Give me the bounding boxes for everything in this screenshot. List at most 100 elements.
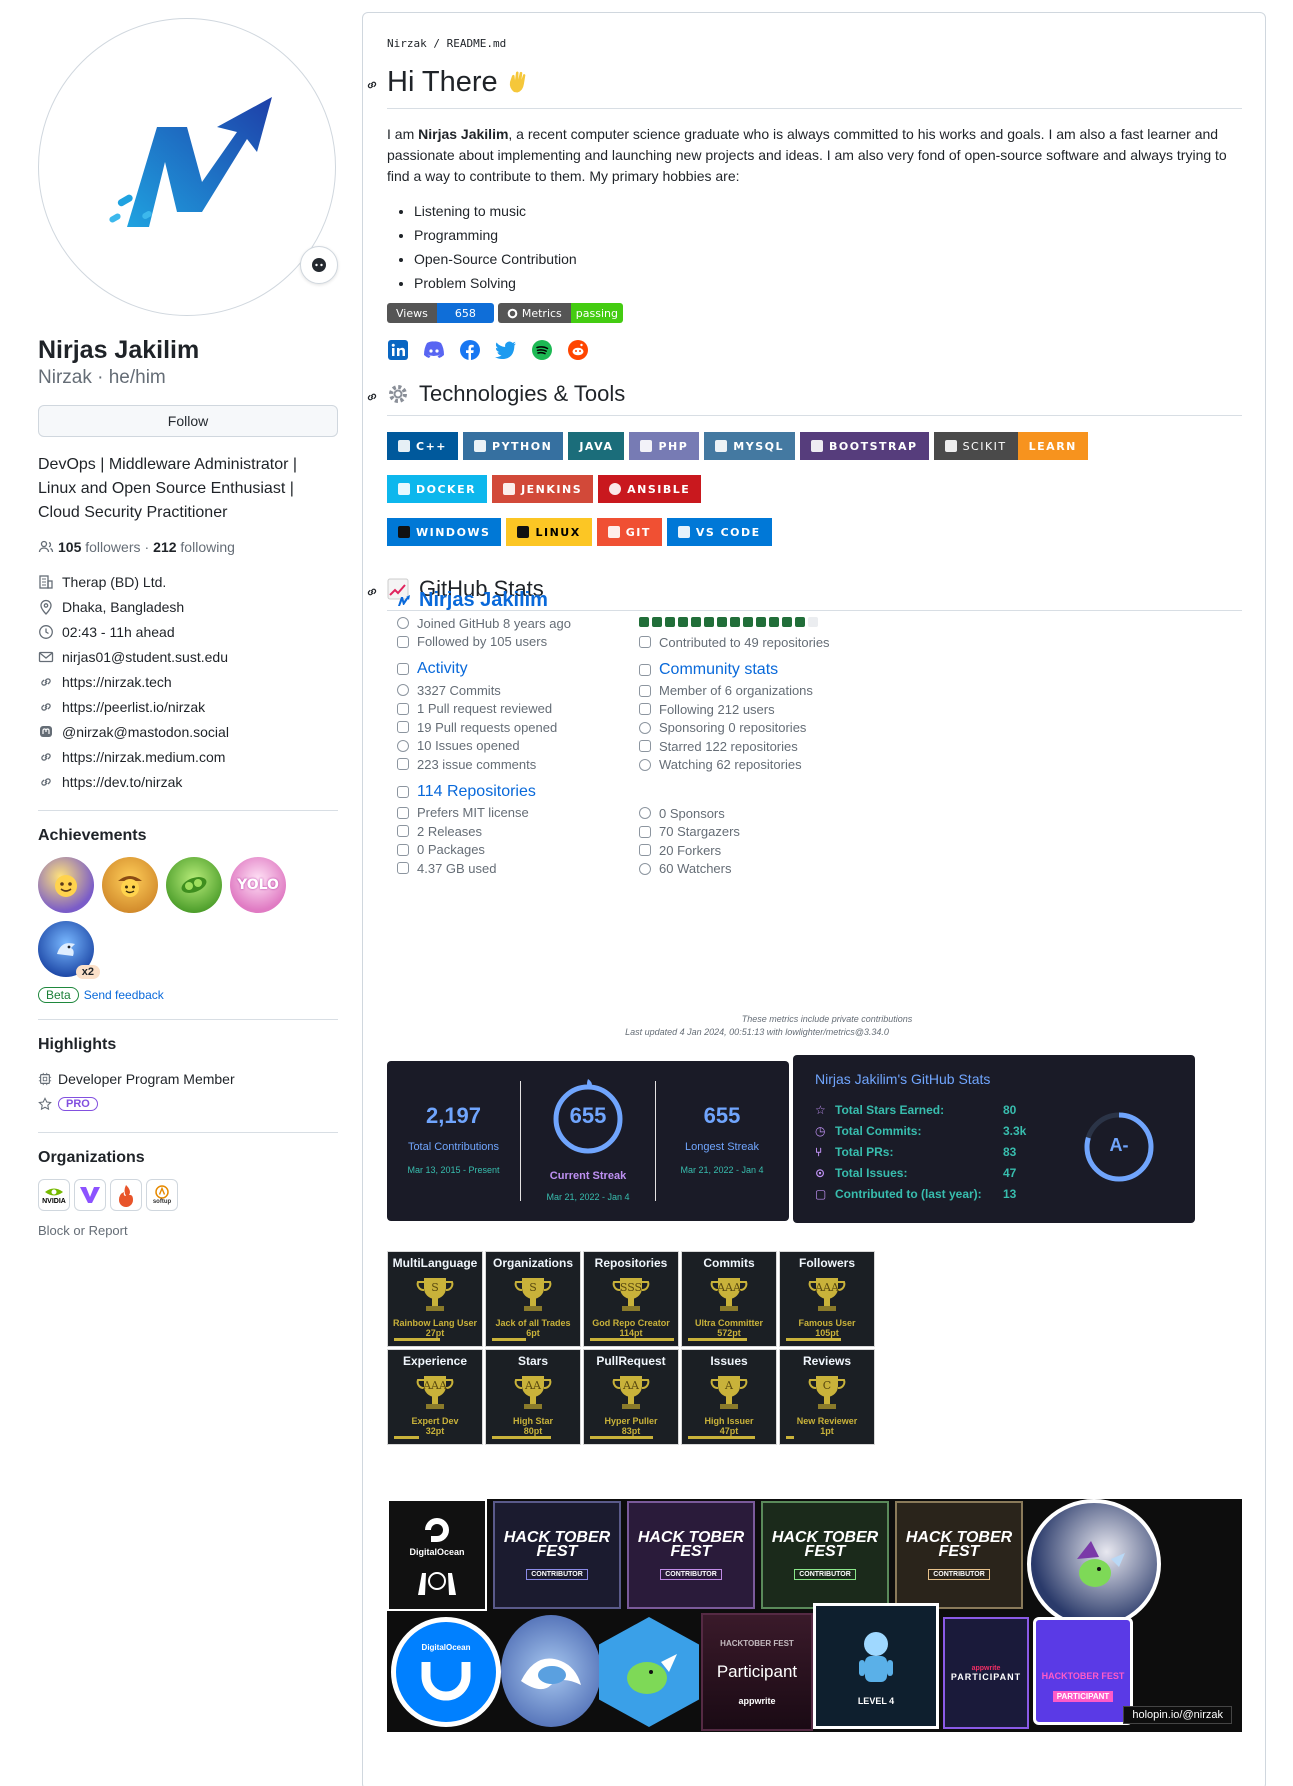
detail-medium[interactable]: https://nirzak.medium.com: [38, 744, 338, 769]
tech-badge-bootstrap[interactable]: BOOTSTRAP: [800, 432, 929, 460]
holopin-badge-hacktoberfest-3[interactable]: HACK TOBER FEST CONTRIBUTOR: [761, 1501, 889, 1609]
avatar[interactable]: [38, 18, 336, 316]
detail-peerlist[interactable]: https://peerlist.io/nirzak: [38, 694, 338, 719]
trophy-card[interactable]: Repositories SSS God Repo Creator 114pt: [583, 1251, 679, 1347]
following-link[interactable]: 212 following: [153, 539, 235, 555]
org-softup[interactable]: softup: [146, 1179, 178, 1211]
readme-breadcrumb[interactable]: Nirzak / README.md: [387, 37, 1242, 50]
tech-badge-java[interactable]: JAVA: [568, 432, 625, 460]
org-nvidia[interactable]: NVIDIA: [38, 1179, 70, 1211]
org-flame[interactable]: [110, 1179, 142, 1211]
detail-text: https://dev.to/nirzak: [62, 773, 183, 790]
tech-badge-scikit-learn[interactable]: SCIKIT LEARN: [933, 432, 1088, 460]
status-emoji-button[interactable]: [300, 246, 338, 284]
holopin-badge-appwrite-participant[interactable]: HACKTOBER FEST Participant appwrite: [701, 1613, 813, 1731]
holopin-badge-astronaut[interactable]: LEVEL 4: [813, 1603, 939, 1729]
dino-icon: [627, 1654, 677, 1694]
facebook-icon[interactable]: [459, 339, 481, 361]
detail-website[interactable]: https://nirzak.tech: [38, 669, 338, 694]
scikit-icon: [944, 440, 957, 452]
trophy-card[interactable]: Organizations S Jack of all Trades 6pt: [485, 1251, 581, 1347]
metrics-updated: Last updated 4 Jan 2024, 00:51:13 with l…: [625, 1027, 889, 1037]
streak-card[interactable]: 2,197 Total Contributions Mar 13, 2015 -…: [387, 1061, 789, 1221]
trophy-progress-bar: [786, 1436, 794, 1439]
holopin-badge-appwrite-participant-2[interactable]: appwrite PARTICIPANT: [943, 1617, 1029, 1729]
tech-badge-vscode[interactable]: VS CODE: [666, 518, 772, 546]
achievement-badge-quickdraw-icon[interactable]: [38, 857, 94, 913]
send-feedback-link[interactable]: Send feedback: [84, 988, 164, 1002]
tech-badge-php[interactable]: PHP: [629, 432, 700, 460]
achievement-badge-yolo-icon[interactable]: YOLO: [230, 857, 286, 913]
holopin-badge-hacktoberfest-2[interactable]: HACK TOBER FEST CONTRIBUTOR: [627, 1501, 755, 1609]
trophy-progress-bar: [394, 1338, 440, 1341]
achievement-badge-pull-shark-icon[interactable]: x2: [38, 921, 100, 979]
tech-badge-cpp[interactable]: C++: [387, 432, 459, 460]
metrics-user[interactable]: Nirjas Jakilim: [397, 589, 857, 612]
github-stats-card[interactable]: Nirjas Jakilim's GitHub Stats ☆ Total St…: [793, 1055, 1195, 1223]
tech-badge-git[interactable]: GIT: [596, 518, 662, 546]
trophy-card[interactable]: Stars AA High Star 80pt: [485, 1349, 581, 1445]
views-counter-badge[interactable]: Views 658: [387, 303, 494, 323]
trophy-card[interactable]: MultiLanguage S Rainbow Lang User 27pt: [387, 1251, 483, 1347]
holopin-badge-dino-hex[interactable]: [599, 1617, 699, 1727]
trophy-card[interactable]: Issues A High Issuer 47pt: [681, 1349, 777, 1445]
holopin-board[interactable]: DigitalOcean HACK TOBER FEST CONTRIBUTOR…: [387, 1499, 1242, 1732]
follow-button[interactable]: Follow: [38, 405, 338, 437]
heart-icon: [639, 721, 651, 734]
detail-mastodon[interactable]: @nirzak@mastodon.social: [38, 719, 338, 744]
tech-badge-docker[interactable]: DOCKER: [387, 475, 488, 503]
linkedin-icon[interactable]: [387, 339, 409, 361]
holopin-badge-wave[interactable]: [501, 1615, 601, 1727]
trophy-card[interactable]: Experience AAA Expert Dev 32pt: [387, 1349, 483, 1445]
tech-badge-windows[interactable]: WINDOWS: [387, 518, 502, 546]
holopin-link[interactable]: holopin.io/@nirzak: [1123, 1706, 1232, 1724]
tech-badge-python[interactable]: PYTHON: [463, 432, 564, 460]
tech-badge-row: C++ PYTHON JAVA PHP MYSQL BOOTSTRAP SCIK…: [387, 432, 1242, 460]
anchor-link-icon[interactable]: [365, 585, 379, 599]
holopin-badge-digitalocean-2[interactable]: DigitalOcean: [391, 1617, 501, 1727]
tech-badge-mysql[interactable]: MYSQL: [704, 432, 795, 460]
metric-text: Following 212 users: [659, 701, 775, 717]
tech-badge-ansible[interactable]: ANSIBLE: [598, 475, 702, 503]
org-purple-v[interactable]: [74, 1179, 106, 1211]
detail-email[interactable]: nirjas01@student.sust.edu: [38, 644, 338, 669]
reddit-icon[interactable]: [567, 339, 589, 361]
eye-icon: [639, 862, 651, 875]
block-or-report-link[interactable]: Block or Report: [38, 1223, 338, 1238]
profile-details: Therap (BD) Ltd. Dhaka, Bangladesh 02:43…: [38, 569, 338, 794]
spotify-icon[interactable]: [531, 339, 553, 361]
v-logo-icon: [80, 1187, 100, 1203]
trophy-card[interactable]: PullRequest AA Hyper Puller 83pt: [583, 1349, 679, 1445]
metric-text: Contributed to 49 repositories: [659, 634, 830, 650]
achievement-badge-pair-extraordinaire-icon[interactable]: [166, 857, 222, 913]
achievement-badge-yolo-cowboy-icon[interactable]: [102, 857, 158, 913]
badge-label: HACK TOBER FEST: [905, 1528, 1013, 1560]
following-count: 212: [153, 539, 177, 555]
trophy-title: Commits: [703, 1256, 755, 1270]
trophy-card[interactable]: Commits AAA Ultra Committer 572pt: [681, 1251, 777, 1347]
holopin-badge-hacktoberfest-4[interactable]: HACK TOBER FEST CONTRIBUTOR: [895, 1501, 1023, 1609]
twitter-icon[interactable]: [495, 339, 517, 361]
holopin-badge-hacktoberfest-10[interactable]: HACKTOBER FEST PARTICIPANT: [1033, 1617, 1133, 1725]
digitalocean-icon: [425, 1518, 449, 1542]
followers-link[interactable]: 105 followers: [58, 539, 141, 555]
detail-devto[interactable]: https://dev.to/nirzak: [38, 769, 338, 794]
discord-icon[interactable]: [423, 339, 445, 361]
metrics-note: These metrics include private contributi…: [741, 1014, 913, 1024]
metric-text: Starred 122 repositories: [659, 738, 798, 754]
achievements-grid: YOLO x2: [38, 857, 298, 979]
detail-text: Therap (BD) Ltd.: [62, 573, 167, 590]
trophy-card[interactable]: Followers AAA Famous User 105pt: [779, 1251, 875, 1347]
trophy-card[interactable]: Reviews C New Reviewer 1pt: [779, 1349, 875, 1445]
metrics-workflow-badge[interactable]: Metrics passing: [497, 303, 623, 323]
holopin-badge-hacktoberfest-1[interactable]: HACK TOBER FEST CONTRIBUTOR: [493, 1501, 621, 1609]
tech-badge-jenkins[interactable]: JENKINS: [492, 475, 594, 503]
anchor-link-icon[interactable]: [365, 78, 379, 92]
package-icon: [397, 843, 409, 856]
holopin-badge-digitalocean[interactable]: DigitalOcean: [387, 1499, 487, 1611]
wave-whale-icon: [521, 1658, 581, 1690]
holopin-badge-dino-wizard[interactable]: [1027, 1499, 1161, 1629]
anchor-link-icon[interactable]: [365, 390, 379, 404]
metric-text: 2 Releases: [417, 823, 483, 839]
tech-badge-linux[interactable]: LINUX: [506, 518, 592, 546]
